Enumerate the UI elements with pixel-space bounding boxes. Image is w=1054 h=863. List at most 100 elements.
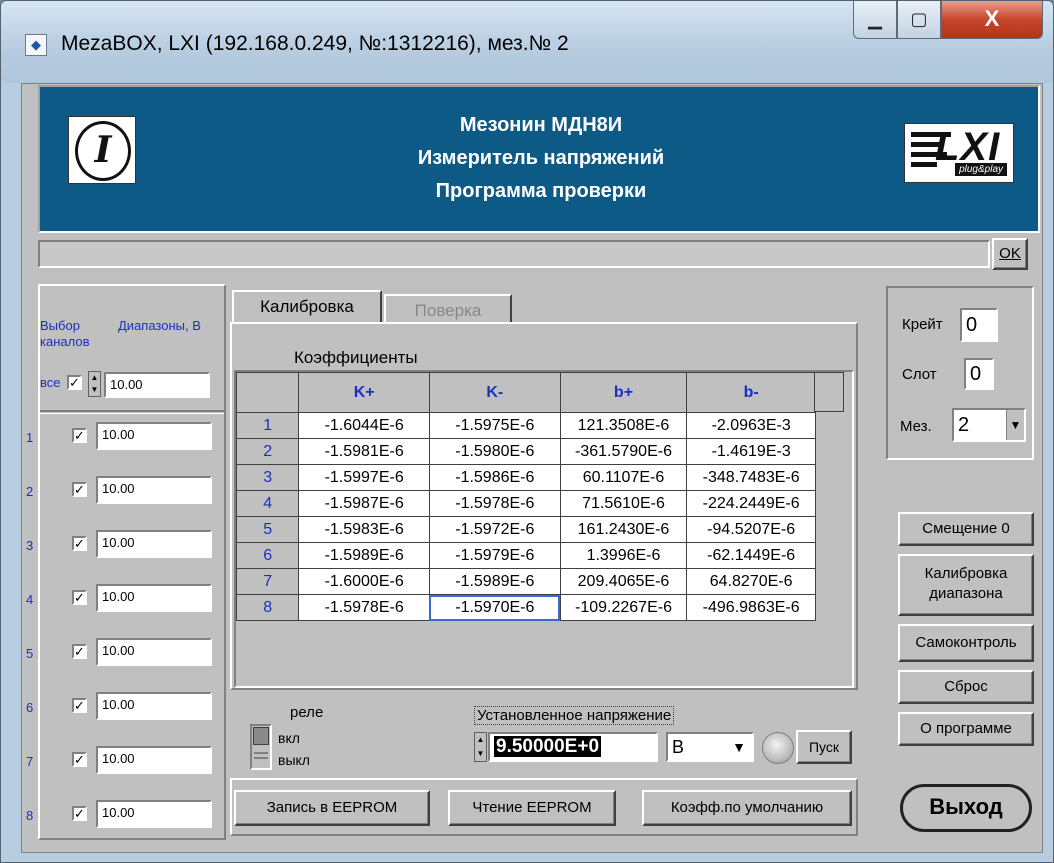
close-button[interactable]: X <box>941 1 1043 39</box>
table-cell[interactable]: -1.5983E-6 <box>298 516 430 543</box>
tab-calibration[interactable]: Калибровка <box>232 290 382 324</box>
row-header[interactable]: 1 <box>236 412 300 439</box>
row-header[interactable]: 4 <box>236 490 300 517</box>
table-row[interactable]: 3 -1.5997E-6 -1.5986E-6 60.1107E-6 -348.7483… <box>236 464 816 491</box>
channel-2-checkbox[interactable]: ✓ <box>72 482 87 497</box>
table-cell[interactable]: -1.5997E-6 <box>298 464 430 491</box>
app-diamond-icon[interactable]: ◆ <box>25 34 47 56</box>
table-row[interactable]: 4 -1.5987E-6 -1.5978E-6 71.5610E-6 -224.2449… <box>236 490 816 517</box>
table-row[interactable]: 6 -1.5989E-6 -1.5979E-6 1.3996E-6 -62.1449E-… <box>236 542 816 569</box>
self-test-button[interactable]: Самоконтроль <box>898 624 1034 662</box>
table-row[interactable]: 5 -1.5983E-6 -1.5972E-6 161.2430E-6 -94.5207… <box>236 516 816 543</box>
table-cell[interactable]: -1.5989E-6 <box>298 542 430 569</box>
table-cell[interactable]: -1.5979E-6 <box>428 542 561 569</box>
read-eeprom-button[interactable]: Чтение EEPROM <box>448 790 616 826</box>
table-cell[interactable]: 209.4065E-6 <box>559 568 688 595</box>
channel-7-checkbox[interactable]: ✓ <box>72 752 87 767</box>
crate-input[interactable]: 0 <box>960 308 998 342</box>
channel-5-checkbox[interactable]: ✓ <box>72 644 87 659</box>
table-cell[interactable]: -1.6044E-6 <box>298 412 430 439</box>
row-header[interactable]: 6 <box>236 542 300 569</box>
table-row[interactable]: 7 -1.6000E-6 -1.5989E-6 209.4065E-6 64.8270E… <box>236 568 816 595</box>
voltage-input[interactable]: 9.50000E+0 <box>488 732 658 762</box>
channel-8-checkbox[interactable]: ✓ <box>72 806 87 821</box>
row-header[interactable]: 3 <box>236 464 300 491</box>
table-cell[interactable]: -224.2449E-6 <box>686 490 816 517</box>
table-cell[interactable]: -62.1449E-6 <box>686 542 816 569</box>
reset-button[interactable]: Сброс <box>898 670 1034 704</box>
table-cell[interactable]: 71.5610E-6 <box>559 490 688 517</box>
table-cell[interactable]: -1.5975E-6 <box>428 412 561 439</box>
voltage-unit-select[interactable]: В ▼ <box>666 732 754 762</box>
table-row[interactable]: 1 -1.6044E-6 -1.5975E-6 121.3508E-6 -2.0963E… <box>236 412 816 439</box>
mezzanine-select[interactable]: 2 ▼ <box>952 408 1026 442</box>
channel-2-range-input[interactable]: 10.00 <box>96 476 212 504</box>
table-cell[interactable]: 64.8270E-6 <box>686 568 816 595</box>
exit-button[interactable]: Выход <box>900 784 1032 832</box>
channel-5-range-input[interactable]: 10.00 <box>96 638 212 666</box>
column-header-b-minus[interactable]: b- <box>686 372 816 413</box>
row-header[interactable]: 5 <box>236 516 300 543</box>
write-eeprom-button[interactable]: Запись в EEPROM <box>234 790 430 826</box>
row-header[interactable]: 2 <box>236 438 300 465</box>
range-calibration-button[interactable]: Калибровка диапазона <box>898 554 1034 616</box>
coefficients-table[interactable]: K+ K- b+ b- 1 -1.6044E-6 -1.5975E-6 121.350… <box>236 372 816 621</box>
table-cell[interactable]: -109.2267E-6 <box>559 594 688 621</box>
channel-3-checkbox[interactable]: ✓ <box>72 536 87 551</box>
channel-6-range-input[interactable]: 10.00 <box>96 692 212 720</box>
table-cell[interactable]: 161.2430E-6 <box>559 516 688 543</box>
table-cell[interactable]: 1.3996E-6 <box>559 542 688 569</box>
tab-verification[interactable]: Поверка <box>384 294 512 324</box>
title-bar[interactable]: ◆ MezaBOX, LXI (192.168.0.249, №:1312216… <box>1 1 1053 83</box>
table-cell[interactable]: -2.0963E-3 <box>686 412 816 439</box>
default-coefficients-button[interactable]: Коэфф.по умолчанию <box>642 790 852 826</box>
maximize-button[interactable]: ▢ <box>897 1 941 39</box>
table-cell[interactable]: 60.1107E-6 <box>559 464 688 491</box>
relay-switch-knob <box>253 727 269 745</box>
about-button[interactable]: О программе <box>898 712 1034 746</box>
table-cell[interactable]: -94.5207E-6 <box>686 516 816 543</box>
all-channels-checkbox[interactable]: ✓ <box>67 375 82 390</box>
table-cell[interactable]: -1.5987E-6 <box>298 490 430 517</box>
ok-button[interactable]: OK <box>992 238 1028 270</box>
table-cell[interactable]: -348.7483E-6 <box>686 464 816 491</box>
channel-8-range-input[interactable]: 10.00 <box>96 800 212 828</box>
table-cell[interactable]: -496.9863E-6 <box>686 594 816 621</box>
table-row[interactable]: 8 -1.5978E-6 -1.5970E-6 -109.2267E-6 -496.98… <box>236 594 816 621</box>
table-cell[interactable]: -1.5981E-6 <box>298 438 430 465</box>
channel-4-range-input[interactable]: 10.00 <box>96 584 212 612</box>
voltage-spinner[interactable]: ▲ ▼ <box>474 732 487 762</box>
start-button[interactable]: Пуск <box>796 730 852 764</box>
minimize-button[interactable]: ▁ <box>853 1 897 39</box>
table-cell[interactable]: -1.5986E-6 <box>428 464 561 491</box>
table-cell[interactable]: -1.4619E-3 <box>686 438 816 465</box>
table-cell[interactable]: -1.6000E-6 <box>298 568 430 595</box>
zero-offset-button[interactable]: Смещение 0 <box>898 512 1034 546</box>
all-range-spinner[interactable]: ▲ ▼ <box>88 371 101 397</box>
row-header[interactable]: 8 <box>236 594 300 621</box>
channel-6-checkbox[interactable]: ✓ <box>72 698 87 713</box>
all-range-input[interactable]: 10.00 <box>104 372 210 398</box>
coefficients-table-container[interactable]: K+ K- b+ b- 1 -1.6044E-6 -1.5975E-6 121.350… <box>234 370 854 688</box>
table-cell[interactable]: 121.3508E-6 <box>559 412 688 439</box>
table-cell[interactable]: -1.5980E-6 <box>428 438 561 465</box>
table-cell[interactable]: -1.5972E-6 <box>428 516 561 543</box>
channel-4-checkbox[interactable]: ✓ <box>72 590 87 605</box>
channel-3-range-input[interactable]: 10.00 <box>96 530 212 558</box>
table-cell[interactable]: -1.5978E-6 <box>298 594 430 621</box>
table-row[interactable]: 2 -1.5981E-6 -1.5980E-6 -361.5790E-6 -1.4619… <box>236 438 816 465</box>
row-header[interactable]: 7 <box>236 568 300 595</box>
slot-input[interactable]: 0 <box>964 358 994 390</box>
table-cell[interactable]: -1.5970E-6 <box>428 594 561 621</box>
table-cell[interactable]: -1.5978E-6 <box>428 490 561 517</box>
column-header-b-plus[interactable]: b+ <box>559 372 688 413</box>
channel-1-range-input[interactable]: 10.00 <box>96 422 212 450</box>
column-header-k-plus[interactable]: K+ <box>298 372 430 413</box>
relay-switch[interactable] <box>250 724 272 770</box>
channel-7-range-input[interactable]: 10.00 <box>96 746 212 774</box>
status-message-field <box>38 240 990 268</box>
table-cell[interactable]: -1.5989E-6 <box>428 568 561 595</box>
table-cell[interactable]: -361.5790E-6 <box>559 438 688 465</box>
column-header-k-minus[interactable]: K- <box>428 372 561 413</box>
channel-1-checkbox[interactable]: ✓ <box>72 428 87 443</box>
